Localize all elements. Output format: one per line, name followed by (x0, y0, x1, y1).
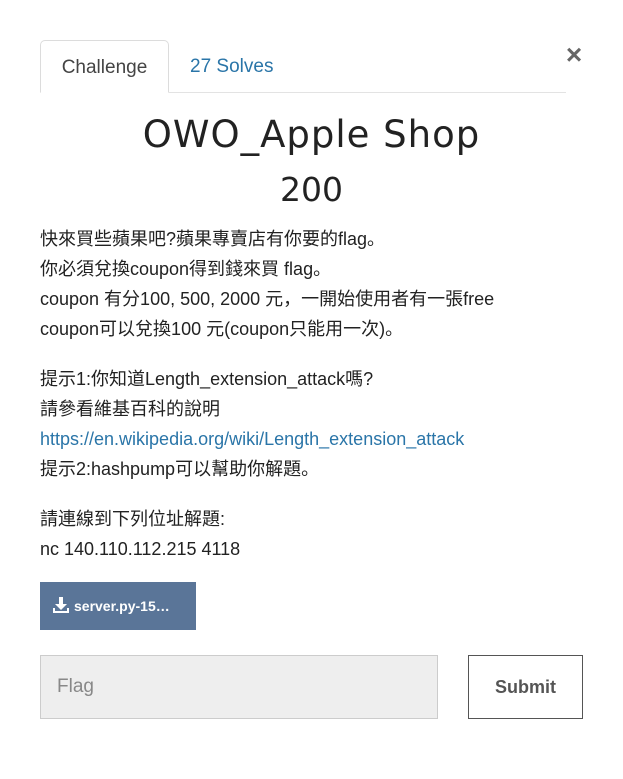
description-line: 快來買些蘋果吧?蘋果專賣店有你要的flag。 (40, 229, 386, 249)
description-paragraph-hints: 提示1:你知道Length_extension_attack嗎? 請參看維基百科… (40, 364, 580, 484)
download-file-label: server.py-15… (74, 598, 170, 614)
description-line: coupon 有分100, 500, 2000 元，一開始使用者有一張free (40, 289, 495, 309)
hint-1-text: 提示1:你知道Length_extension_attack嗎? (40, 369, 374, 389)
tab-challenge[interactable]: Challenge (40, 40, 169, 93)
challenge-title: OWO_Apple Shop (142, 113, 481, 156)
submit-button[interactable]: Submit (468, 655, 583, 719)
hint-2-text: 提示2:hashpump可以幫助你解題。 (40, 459, 320, 479)
description-paragraph-intro: 快來買些蘋果吧?蘋果專賣店有你要的flag。 你必須兌換coupon得到錢來買 … (40, 224, 580, 344)
challenge-tabs: Challenge 27 Solves (40, 40, 566, 93)
wiki-reference-text: 請參看維基百科的說明 (40, 399, 220, 419)
description-paragraph-connect: 請連線到下列位址解題: nc 140.110.112.215 4118 (40, 504, 580, 564)
description-line: coupon可以兌換100 元(coupon只能用一次)。 (40, 319, 404, 339)
netcat-command: nc 140.110.112.215 4118 (40, 539, 241, 559)
challenge-description: 快來買些蘋果吧?蘋果專賣店有你要的flag。 你必須兌換coupon得到錢來買 … (40, 224, 580, 584)
challenge-points: 200 (280, 170, 343, 209)
close-button[interactable]: × (562, 40, 586, 70)
flag-input[interactable] (40, 655, 438, 719)
wikipedia-link[interactable]: https://en.wikipedia.org/wiki/Length_ext… (40, 424, 580, 454)
connect-instruction-text: 請連線到下列位址解題: (40, 509, 225, 529)
description-line: 你必須兌換coupon得到錢來買 flag。 (40, 259, 332, 279)
download-icon (53, 597, 69, 613)
download-file-button[interactable]: server.py-15… (40, 582, 196, 630)
tab-solves[interactable]: 27 Solves (190, 40, 273, 92)
